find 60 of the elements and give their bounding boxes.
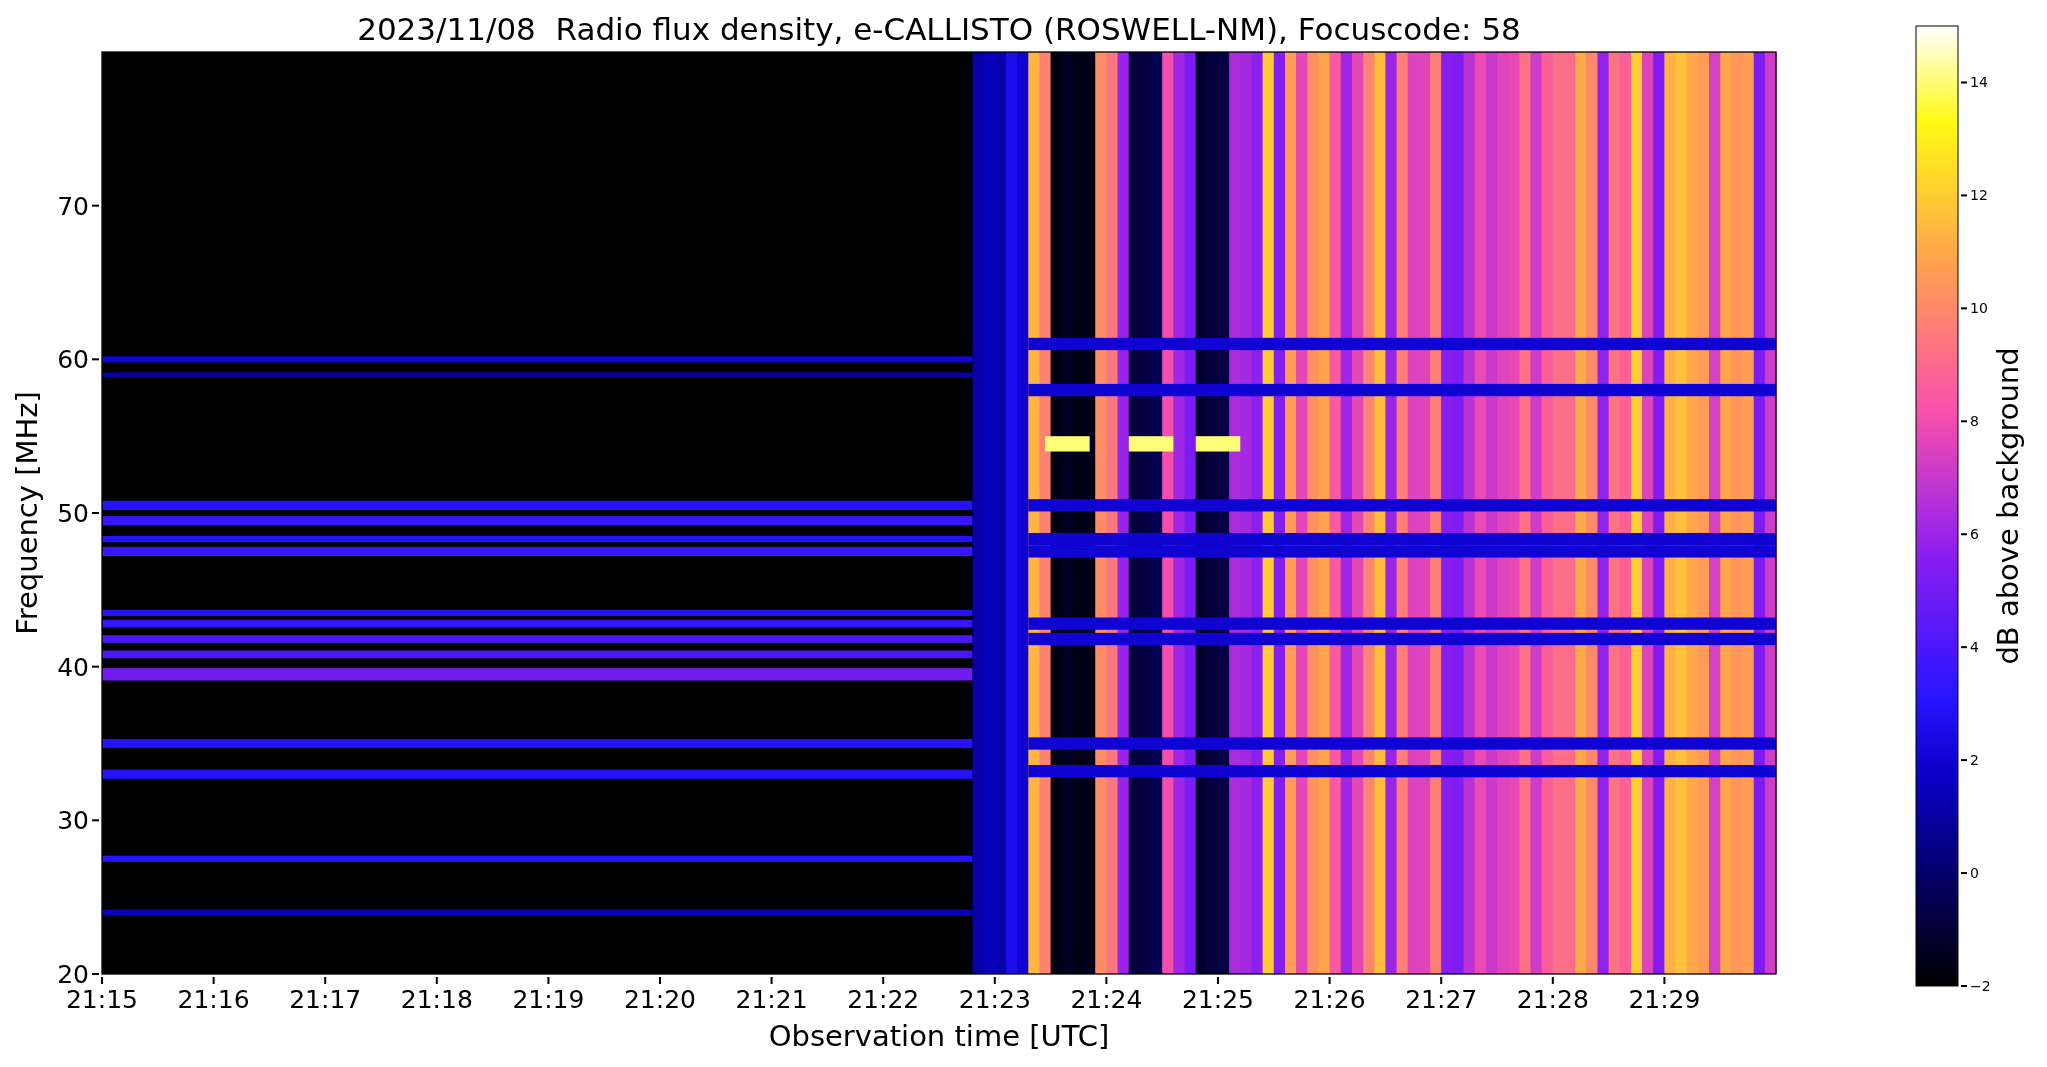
tick-mark [659,976,661,985]
tick-mark [91,819,100,822]
axis-label: Frequency [MHz] [10,391,44,635]
tick-label: 60 [57,345,89,375]
tick-label: 21:26 [1293,985,1366,1014]
tick-mark [435,976,438,985]
tick-label: −2 [1970,978,1991,994]
tick-mark [1960,872,1968,875]
tick-mark [1551,976,1554,985]
colorbar-label: dB above background [1991,347,2025,665]
tick-label: 8 [1970,413,1979,430]
tick-mark [547,976,550,985]
tick-label: 21:29 [1628,985,1701,1014]
tick-mark [770,976,773,985]
tick-label: 21:23 [958,985,1031,1014]
tick-label: 0 [1970,865,1979,882]
tick-mark [1105,976,1108,985]
tick-mark [212,976,215,985]
tick-mark [91,512,100,514]
tick-label: 21:24 [1070,985,1143,1014]
tick-mark [91,358,100,361]
tick-label: 21:18 [400,985,473,1014]
tick-label: 21:20 [624,985,696,1014]
tick-label: 21:16 [177,985,250,1014]
tick-label: 14 [1970,74,1988,91]
tick-label: 40 [57,652,89,682]
tick-mark [1663,976,1666,985]
tick-mark [1960,81,1968,84]
tick-label: 30 [57,806,89,836]
tick-label: 2 [1970,752,1979,769]
tick-mark [1960,985,1968,987]
tick-mark [882,976,885,985]
tick-label: 50 [57,499,89,528]
tick-label: 10 [1970,300,1988,317]
tick-mark [1960,759,1968,762]
tick-label: 21:19 [512,985,585,1014]
tick-mark [1960,307,1968,310]
tick-label: 4 [1970,639,1979,656]
tick-label: 21:25 [1182,985,1254,1014]
tick-mark [91,204,100,207]
tick-mark [1960,194,1968,197]
tick-mark [993,976,996,985]
tick-label: 70 [57,191,89,221]
tick-mark [1217,976,1219,985]
tick-label: 21:22 [847,985,920,1014]
tick-mark [1960,533,1968,536]
tick-mark [1960,646,1968,649]
tick-mark [1440,976,1443,985]
tick-label: 12 [1970,187,1988,204]
tick-label: 21:27 [1405,985,1478,1014]
tick-label: 21:21 [735,985,808,1014]
tick-label: 21:17 [289,985,362,1014]
tick-mark [1328,976,1331,985]
chart-title: 2023/11/08 Radio flux density, e-CALLISTO (ROSWELL-NM), Focuscode: 58 [357,11,1521,47]
tick-mark [1960,420,1968,423]
tick-mark [91,665,100,668]
tick-label: 21:28 [1516,985,1589,1014]
axis-label: Observation time [UTC] [768,1019,1110,1053]
tick-mark [324,976,327,985]
tick-label: 6 [1970,526,1979,543]
